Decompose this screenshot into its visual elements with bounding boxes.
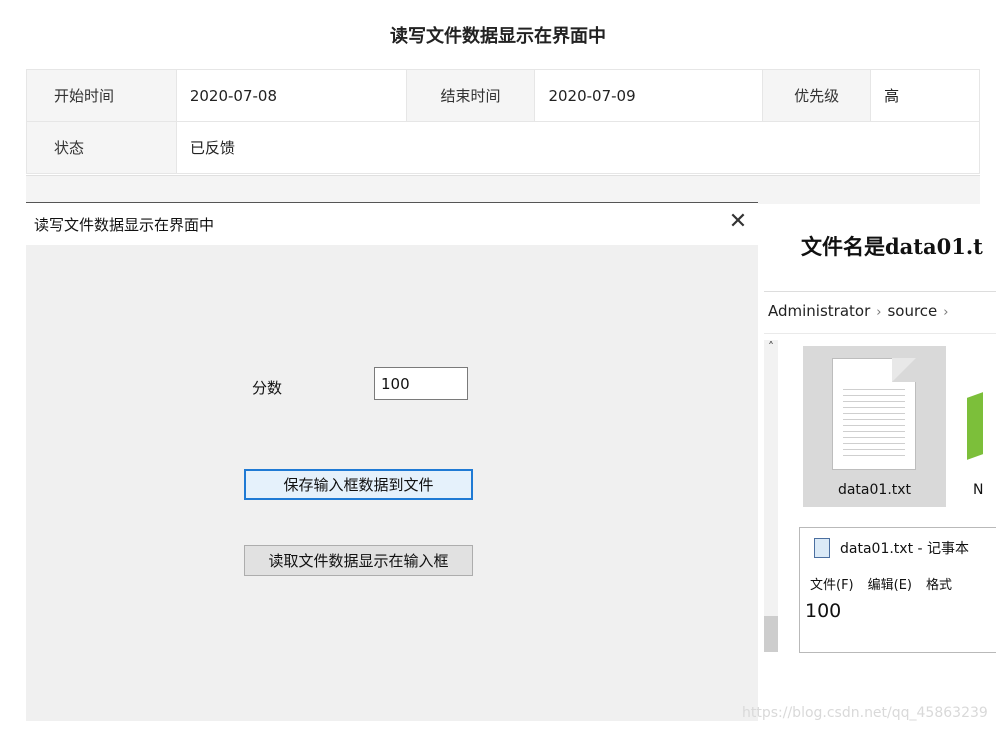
menu-item-edit[interactable]: 编辑(E) [868,578,912,593]
scroll-up-icon[interactable]: ˄ [764,340,778,358]
text-file-icon [832,358,916,470]
app-dialog: 读写文件数据显示在界面中 ✕ 分数 保存输入框数据到文件 读取文件数据显示在输入… [26,202,758,721]
file-tile[interactable]: data01.txt [803,346,946,507]
divider-strip [26,175,980,204]
priority-value: 高 [870,69,980,122]
breadcrumb: Administrator › source › [768,302,996,320]
project-file-icon[interactable] [967,392,983,460]
save-to-file-button[interactable]: 保存输入框数据到文件 [244,469,473,500]
separator [764,291,996,292]
watermark: https://blog.csdn.net/qq_45863239 [742,705,988,721]
scrollbar[interactable] [764,340,778,652]
start-time-label: 开始时间 [26,69,177,122]
separator [764,333,996,334]
file-name: data01.txt [837,482,912,498]
info-table: 开始时间 2020-07-08 结束时间 2020-07-09 优先级 高 状态… [26,69,981,174]
info-row: 状态 已反馈 [26,121,981,174]
info-row: 开始时间 2020-07-08 结束时间 2020-07-09 优先级 高 [26,69,980,122]
status-label: 状态 [26,121,177,174]
start-time-value: 2020-07-08 [175,69,407,122]
end-time-label: 结束时间 [405,69,536,122]
breadcrumb-separator: › [876,305,882,320]
notepad-content[interactable]: 100 [805,600,841,622]
dialog-titlebar[interactable]: 读写文件数据显示在界面中 ✕ [26,203,758,245]
status-value: 已反馈 [175,121,981,174]
file-name-heading: 文件名是data01.t [801,234,983,259]
page-title: 读写文件数据显示在界面中 [390,26,606,47]
breadcrumb-separator: › [943,305,949,320]
notepad-menubar: 文件(F) 编辑(E) 格式 [810,574,966,593]
menu-item-file[interactable]: 文件(F) [810,578,854,593]
scrollbar-thumb[interactable] [764,616,778,652]
notepad-icon [814,538,830,558]
score-label: 分数 [252,379,283,397]
close-icon[interactable]: ✕ [724,207,752,237]
notepad-window: data01.txt - 记事本 文件(F) 编辑(E) 格式 100 [799,527,996,653]
menu-item-format[interactable]: 格式 [926,578,952,593]
end-time-value: 2020-07-09 [534,69,764,122]
notepad-title: data01.txt - 记事本 [840,541,970,557]
breadcrumb-item[interactable]: Administrator [768,302,870,320]
dialog-title: 读写文件数据显示在界面中 [34,216,215,234]
score-input[interactable] [374,367,468,400]
priority-label: 优先级 [762,69,872,122]
breadcrumb-item[interactable]: source [887,302,937,320]
read-from-file-button[interactable]: 读取文件数据显示在输入框 [244,545,473,576]
file-name: N [973,482,984,498]
